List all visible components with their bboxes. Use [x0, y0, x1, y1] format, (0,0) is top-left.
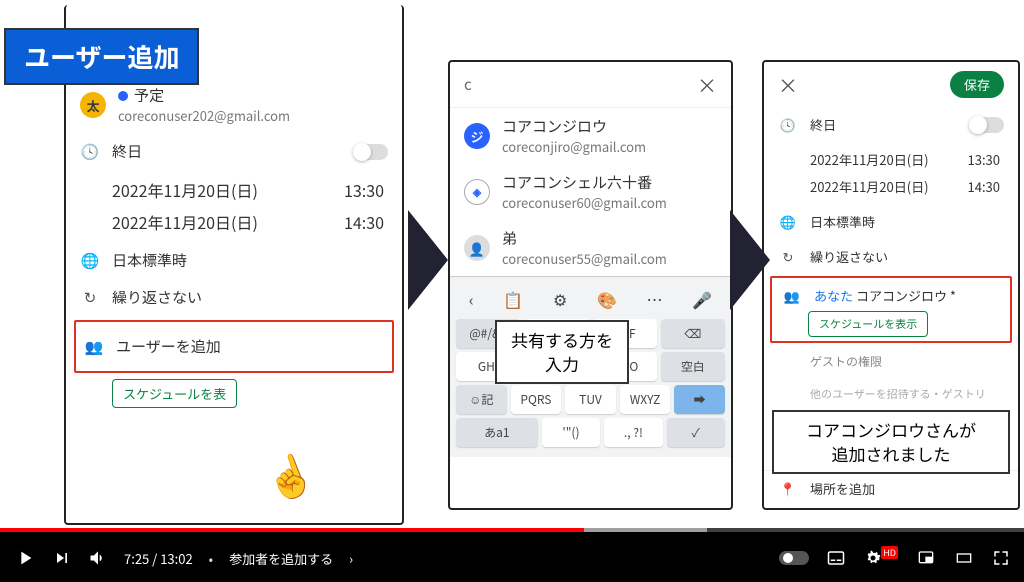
all-day-toggle[interactable] [354, 144, 388, 160]
people-icon: 👥 [84, 336, 104, 357]
close-icon[interactable]: × [778, 70, 798, 99]
panel-contact-search: c × ジ コアコンジロウcoreconjiro@gmail.com ◈ コアコ… [448, 60, 733, 510]
palette-icon[interactable]: 🎨 [597, 287, 617, 311]
fullscreen-button[interactable] [992, 549, 1010, 567]
save-button[interactable]: 保存 [950, 71, 1004, 98]
end-datetime[interactable]: 2022年11月20日(日)14:30 [66, 210, 402, 234]
all-day-row[interactable]: 🕓 終日 [66, 133, 402, 170]
start-datetime[interactable]: 2022年11月20日(日)13:30 [764, 150, 1018, 169]
title-banner: ユーザー追加 [4, 28, 199, 85]
contact-result-2[interactable]: ◈ コアコンシェル六十番coreconuser60@gmail.com [450, 164, 731, 220]
confirm-key[interactable]: ✓ [667, 418, 725, 447]
clock-icon: 🕓 [778, 115, 798, 134]
location-icon: 📍 [778, 479, 798, 498]
clock-icon: 🕓 [80, 141, 100, 162]
progress-fill [0, 528, 584, 532]
enter-key[interactable]: ➡ [674, 385, 725, 414]
all-day-toggle[interactable] [970, 117, 1004, 133]
guest-permissions[interactable]: ゲストの権限 [764, 345, 1018, 378]
emoji-key[interactable]: ☺記 [456, 385, 507, 414]
autoplay-toggle[interactable] [779, 551, 809, 565]
contact-avatar: 👤 [464, 235, 490, 261]
progress-buffer [584, 528, 707, 532]
key[interactable]: PQRS [511, 385, 562, 414]
invite-others: 他のユーザーを招待する・ゲストリ [764, 378, 1018, 410]
organizer-email: coreconuser202@gmail.com [118, 106, 388, 125]
timezone-row[interactable]: 🌐日本標準時 [66, 242, 402, 279]
guest-chip: コアコンジロウ * [856, 286, 956, 305]
arrow-icon [408, 210, 448, 310]
chevron-right-icon[interactable]: › [349, 549, 353, 568]
callout-added: コアコンジロウさんが 追加されました [772, 410, 1010, 474]
timezone-row[interactable]: 🌐日本標準時 [764, 204, 1018, 239]
header-row: × 保存 [764, 62, 1018, 107]
key[interactable]: TUV [565, 385, 616, 414]
view-schedule-button[interactable]: スケジュールを表 [112, 379, 237, 408]
captions-button[interactable] [825, 549, 847, 567]
next-button[interactable] [52, 548, 72, 568]
all-day-label: 終日 [112, 141, 342, 162]
key[interactable]: '"() [542, 418, 600, 447]
add-user-highlight: 👥ユーザーを追加 [74, 320, 394, 373]
view-schedule-button[interactable]: スケジュールを表示 [808, 311, 928, 337]
arrow-icon [730, 210, 770, 310]
repeat-icon: ↻ [80, 287, 100, 308]
hd-badge: HD [881, 546, 898, 559]
view-schedule-wrap: スケジュールを表 [66, 379, 402, 408]
end-datetime[interactable]: 2022年11月20日(日)14:30 [764, 177, 1018, 196]
globe-icon: 🌐 [778, 212, 798, 231]
user-avatar: 太 [80, 92, 106, 118]
backspace-key[interactable]: ⌫ [661, 319, 725, 348]
more-icon[interactable]: ⋯ [647, 287, 663, 311]
settings-button[interactable]: HD [863, 548, 900, 568]
guest-row: 👥 あなた コアコンジロウ * [774, 282, 1008, 309]
clear-icon[interactable]: × [697, 70, 717, 99]
callout-input: 共有する方を 入力 [495, 320, 629, 384]
key[interactable]: ., ?! [604, 418, 662, 447]
space-key[interactable]: 空白 [661, 352, 725, 381]
repeat-row[interactable]: ↻繰り返さない [764, 239, 1018, 274]
people-icon: 👥 [782, 286, 802, 305]
gear-icon[interactable]: ⚙ [553, 287, 567, 311]
play-button[interactable] [14, 547, 36, 569]
repeat-row[interactable]: ↻繰り返さない [66, 279, 402, 316]
all-day-row[interactable]: 🕓 終日 [764, 107, 1018, 142]
contact-avatar: ◈ [464, 179, 490, 205]
search-row: c × [450, 62, 731, 108]
globe-icon: 🌐 [80, 250, 100, 271]
clipboard-icon[interactable]: 📋 [503, 287, 523, 311]
schedule-label: 予定 [134, 85, 164, 106]
video-player-bar: 7:25 / 13:02 • 参加者を追加する › HD [0, 528, 1024, 582]
search-input[interactable]: c [464, 74, 685, 95]
contact-avatar: ジ [464, 123, 490, 149]
guest-highlight: 👥 あなた コアコンジロウ * スケジュールを表示 [770, 276, 1012, 343]
location-row[interactable]: 📍場所を追加 [764, 470, 1018, 506]
time-display: 7:25 / 13:02 [124, 549, 193, 568]
you-chip: あなた [814, 286, 853, 305]
arrow-left-icon[interactable]: ‹ [469, 287, 474, 311]
repeat-icon: ↻ [778, 247, 798, 266]
event-title-row: 太 予定 coreconuser202@gmail.com [66, 77, 402, 133]
mode-key[interactable]: あa1 [456, 418, 538, 447]
tutorial-stage: ユーザー追加 太 予定 coreconuser202@gmail.com 🕓 終… [0, 0, 1024, 528]
start-datetime[interactable]: 2022年11月20日(日)13:30 [66, 178, 402, 202]
key[interactable]: WXYZ [620, 385, 671, 414]
add-user-row[interactable]: 👥ユーザーを追加 [76, 322, 392, 371]
miniplayer-button[interactable] [916, 550, 936, 566]
theater-button[interactable] [952, 550, 976, 566]
chapter-title[interactable]: 参加者を追加する [229, 549, 333, 568]
progress-track[interactable] [0, 528, 1024, 532]
color-dot [118, 91, 128, 101]
contact-result-1[interactable]: ジ コアコンジロウcoreconjiro@gmail.com [450, 108, 731, 164]
contact-result-3[interactable]: 👤 弟coreconuser55@gmail.com [450, 220, 731, 276]
volume-button[interactable] [88, 548, 108, 568]
mic-icon[interactable]: 🎤 [692, 287, 712, 311]
keyboard-toolbar: ‹ 📋 ⚙ 🎨 ⋯ 🎤 [454, 283, 727, 315]
